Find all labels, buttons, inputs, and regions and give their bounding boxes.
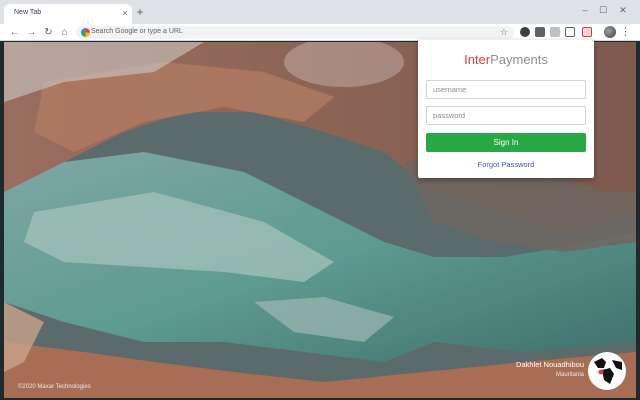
back-arrow-icon[interactable]: ← (8, 26, 21, 39)
tab-close-icon[interactable]: × (120, 8, 130, 18)
menu-dots-icon[interactable]: ⋮ (620, 25, 631, 39)
forgot-password-link[interactable]: Forgot Password (418, 160, 594, 169)
forward-arrow-icon[interactable]: → (25, 26, 38, 39)
tab-title: New Tab (14, 9, 42, 16)
globe-icon[interactable] (588, 352, 626, 390)
browser-window: New Tab × + – ☐ ✕ ← → ↻ ⌂ Search Google … (0, 0, 640, 400)
username-field[interactable] (426, 80, 586, 99)
address-bar[interactable]: Search Google or type a URL ☆ (76, 26, 514, 39)
profile-avatar[interactable] (604, 26, 616, 38)
extension-icon[interactable] (520, 27, 530, 37)
location-country: Mauritania (555, 372, 584, 378)
tab-strip: New Tab × + – ☐ ✕ (0, 0, 640, 24)
minimize-button[interactable]: – (578, 4, 592, 16)
browser-toolbar: ← → ↻ ⌂ Search Google or type a URL ☆ ⋮ (0, 24, 640, 41)
address-bar-placeholder: Search Google or type a URL (91, 28, 183, 35)
tab-new-tab[interactable]: New Tab × (4, 4, 132, 24)
reload-icon[interactable]: ↻ (42, 26, 55, 39)
new-tab-button[interactable]: + (134, 6, 146, 18)
logo-text-inter: Inter (464, 52, 491, 67)
interpayments-extension-icon[interactable] (582, 27, 592, 37)
interpayments-login-popup: InterPayments Sign In Forgot Password (418, 40, 594, 178)
image-credit: ©2020 Maxar Technologies (18, 384, 91, 390)
extension-icon[interactable] (550, 27, 560, 37)
extension-icon[interactable] (535, 27, 545, 37)
google-icon (81, 28, 90, 37)
password-field[interactable] (426, 106, 586, 125)
extension-icon[interactable] (565, 27, 575, 37)
interpayments-logo: InterPayments (418, 52, 594, 67)
logo-text-payments: Payments (490, 52, 548, 67)
close-window-button[interactable]: ✕ (616, 4, 630, 16)
star-icon[interactable]: ☆ (500, 26, 508, 39)
location-name[interactable]: Dakhlet Nouadhibou (516, 360, 584, 369)
maximize-button[interactable]: ☐ (596, 4, 610, 16)
home-icon[interactable]: ⌂ (58, 26, 71, 39)
sign-in-button[interactable]: Sign In (426, 133, 586, 152)
